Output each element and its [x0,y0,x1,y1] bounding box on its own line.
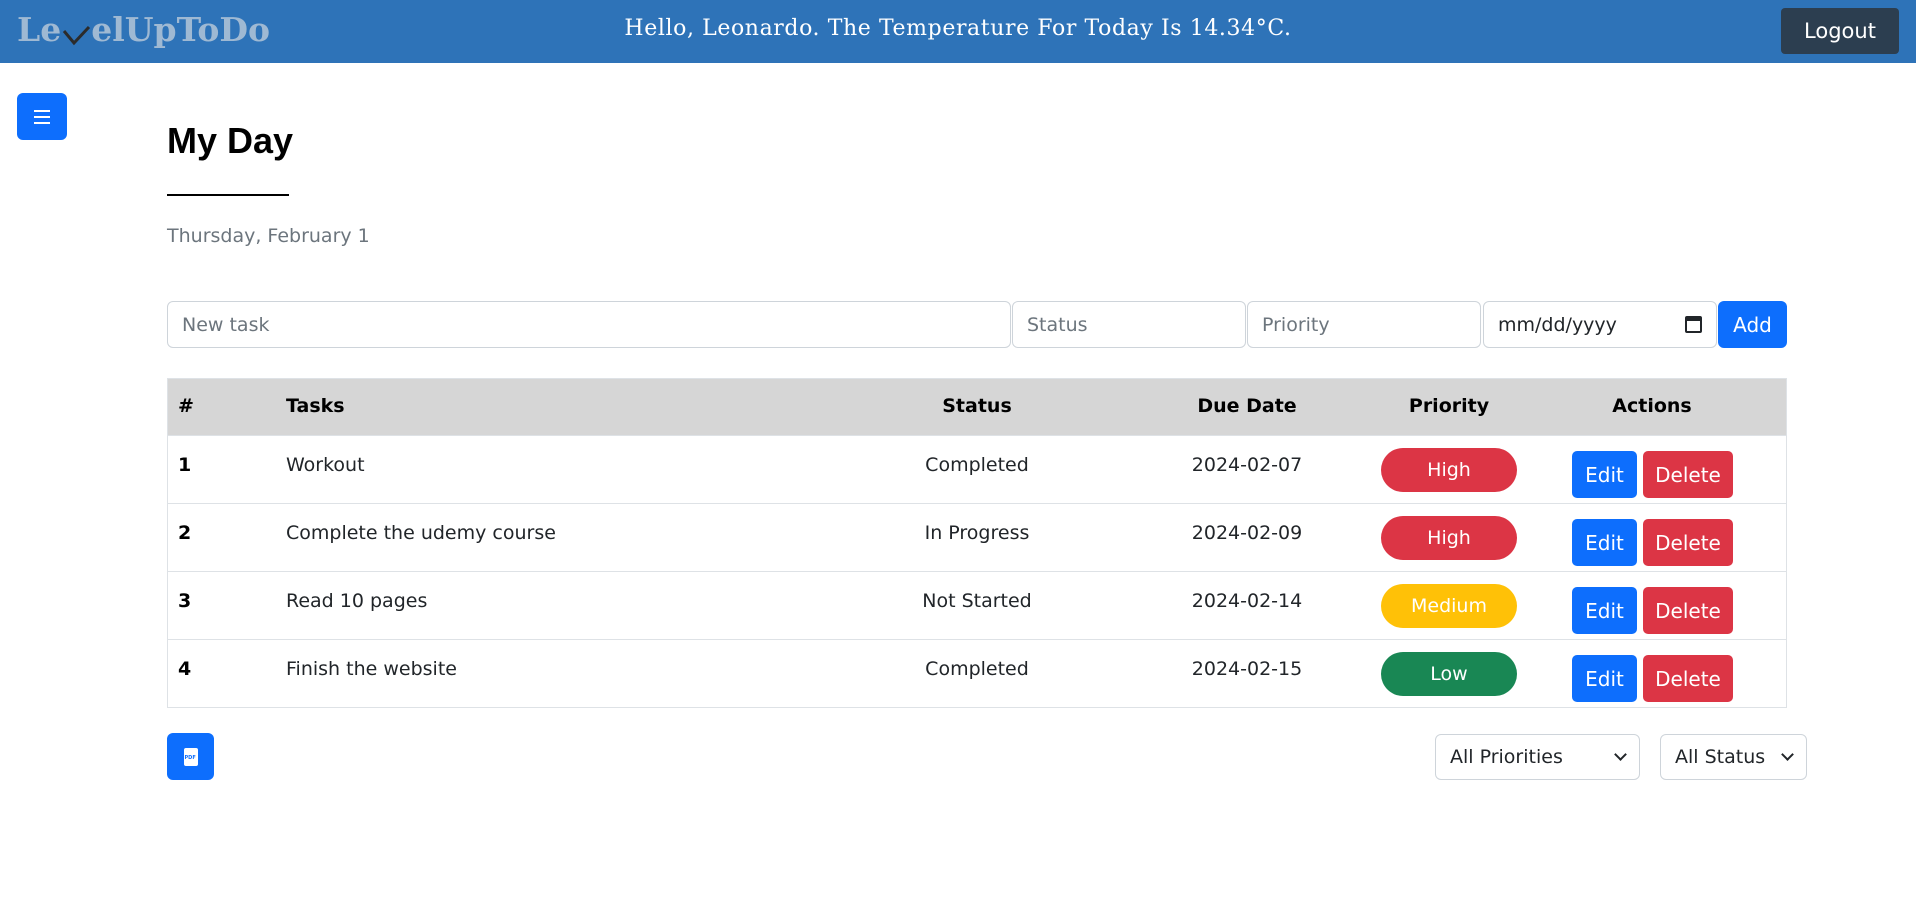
task-name: Workout [286,454,365,476]
table-row: 4 Finish the website Completed 2024-02-1… [168,639,1786,707]
header-priority: Priority [1408,395,1490,417]
due-date-input[interactable]: mm/dd/yyyy [1483,301,1717,348]
delete-button[interactable]: Delete [1643,655,1733,702]
task-status: Completed [925,454,1029,476]
title-divider [167,194,289,196]
pdf-file-icon: PDF [183,747,198,766]
logo-text-end: elUpToDo [91,10,270,49]
delete-button[interactable]: Delete [1643,587,1733,634]
app-logo[interactable]: Le elUpToDo [17,10,270,49]
header-number: # [178,395,194,417]
priority-badge: High [1381,516,1517,560]
header-status: Status [942,395,1012,417]
task-status: In Progress [924,522,1030,544]
edit-button[interactable]: Edit [1572,587,1637,634]
current-date: Thursday, February 1 [167,225,370,247]
priority-filter-value: All Priorities [1450,746,1563,768]
priority-badge: High [1381,448,1517,492]
new-task-input[interactable] [167,301,1011,348]
row-number: 1 [178,454,192,476]
status-input[interactable] [1012,301,1246,348]
row-number: 3 [178,590,192,612]
priority-badge: Low [1381,652,1517,696]
status-filter-value: All Status [1675,746,1766,768]
delete-button[interactable]: Delete [1643,519,1733,566]
edit-button[interactable]: Edit [1572,519,1637,566]
task-due-date: 2024-02-07 [1191,454,1303,476]
task-due-date: 2024-02-09 [1191,522,1303,544]
edit-button[interactable]: Edit [1572,655,1637,702]
add-task-button[interactable]: Add [1718,301,1787,348]
top-navbar: Le elUpToDo Hello, Leonardo. The Temperat… [0,0,1916,63]
checkmark-icon [63,25,91,46]
status-filter-select[interactable]: All Status [1660,734,1807,780]
header-tasks: Tasks [286,395,345,417]
task-name: Finish the website [286,658,457,680]
row-number: 4 [178,658,192,680]
date-placeholder: mm/dd/yyyy [1498,313,1617,336]
priority-input[interactable] [1247,301,1481,348]
header-actions: Actions [1612,395,1692,417]
task-due-date: 2024-02-14 [1191,590,1303,612]
task-name: Complete the udemy course [286,522,556,544]
table-header: # Tasks Status Due Date Priority Actions [168,379,1786,435]
task-status: Not Started [922,590,1032,612]
task-status: Completed [925,658,1029,680]
table-row: 1 Workout Completed 2024-02-07 High Edit… [168,435,1786,503]
export-pdf-button[interactable]: PDF [167,733,214,780]
logo-text-start: Le [17,10,62,49]
weather-greeting: Hello, Leonardo. The Temperature For Tod… [624,16,1292,41]
task-name: Read 10 pages [286,590,428,612]
tasks-table: # Tasks Status Due Date Priority Actions… [167,378,1787,708]
calendar-icon[interactable] [1685,316,1702,333]
delete-button[interactable]: Delete [1643,451,1733,498]
priority-filter-select[interactable]: All Priorities [1435,734,1640,780]
page-title: My Day [167,120,294,161]
table-row: 3 Read 10 pages Not Started 2024-02-14 M… [168,571,1786,639]
sidebar-toggle-button[interactable] [17,93,67,140]
chevron-down-icon [1614,748,1627,761]
priority-badge: Medium [1381,584,1517,628]
logout-button[interactable]: Logout [1781,8,1899,54]
task-due-date: 2024-02-15 [1191,658,1303,680]
edit-button[interactable]: Edit [1572,451,1637,498]
hamburger-icon [34,109,50,124]
table-row: 2 Complete the udemy course In Progress … [168,503,1786,571]
chevron-down-icon [1781,748,1794,761]
row-number: 2 [178,522,192,544]
header-due-date: Due Date [1197,395,1297,417]
